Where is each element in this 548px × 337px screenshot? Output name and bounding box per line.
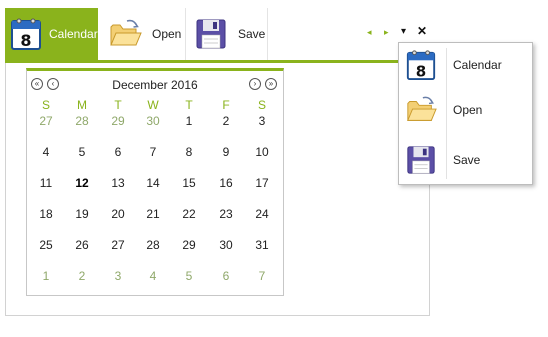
menu-item-calendar-label: Calendar <box>453 58 502 72</box>
calendar-icon <box>405 49 437 81</box>
calendar-day[interactable]: 30 <box>135 109 171 133</box>
calendar-day[interactable]: 25 <box>28 233 64 257</box>
calendar-day[interactable]: 16 <box>208 171 244 195</box>
calendar-day[interactable]: 29 <box>100 109 136 133</box>
tab-calendar-label: Calendar <box>49 27 98 41</box>
calendar-day[interactable]: 22 <box>171 202 207 226</box>
dropdown-arrow-icon[interactable]: ▾ <box>401 27 406 37</box>
calendar-day[interactable]: 21 <box>135 202 171 226</box>
calendar-day[interactable]: 13 <box>100 171 136 195</box>
calendar-day[interactable]: 28 <box>135 233 171 257</box>
calendar-day[interactable]: 5 <box>171 264 207 288</box>
calendar-day[interactable]: 23 <box>208 202 244 226</box>
calendar-day[interactable]: 3 <box>244 109 280 133</box>
menu-item-open[interactable]: Open <box>399 88 532 132</box>
calendar-day[interactable]: 1 <box>171 109 207 133</box>
calendar-day[interactable]: 10 <box>244 140 280 164</box>
calendar-day[interactable]: 2 <box>64 264 100 288</box>
calendar-day[interactable]: 27 <box>100 233 136 257</box>
calendar-day[interactable]: 5 <box>64 140 100 164</box>
calendar-day[interactable]: 6 <box>100 140 136 164</box>
menu-item-calendar[interactable]: Calendar <box>399 43 532 87</box>
calendar-title[interactable]: December 2016 <box>27 78 283 92</box>
calendar-day[interactable]: 11 <box>28 171 64 195</box>
calendar-day[interactable]: 6 <box>208 264 244 288</box>
folder-open-icon <box>108 17 142 51</box>
calendar-day[interactable]: 27 <box>28 109 64 133</box>
calendar-day[interactable]: 1 <box>28 264 64 288</box>
calendar-icon <box>9 17 43 51</box>
close-icon[interactable]: ✕ <box>417 25 427 37</box>
calendar-day[interactable]: 26 <box>64 233 100 257</box>
next-year-button[interactable]: » <box>265 78 277 90</box>
calendar-day[interactable]: 8 <box>171 140 207 164</box>
menu-item-open-label: Open <box>453 103 483 117</box>
tab-calendar[interactable]: Calendar <box>5 8 98 60</box>
calendar-day[interactable]: 4 <box>28 140 64 164</box>
calendar-day[interactable]: 28 <box>64 109 100 133</box>
calendar-header: « ‹ December 2016 › » <box>27 77 283 93</box>
calendar-day[interactable]: 7 <box>244 264 280 288</box>
calendar-day[interactable]: 31 <box>244 233 280 257</box>
next-month-button[interactable]: › <box>249 78 261 90</box>
calendar-day[interactable]: 24 <box>244 202 280 226</box>
menu-item-save[interactable]: Save <box>399 138 532 182</box>
calendar-day[interactable]: 2 <box>208 109 244 133</box>
overflow-menu: Calendar Open Save <box>398 42 533 185</box>
calendar-day[interactable]: 29 <box>171 233 207 257</box>
tab-save[interactable]: Save <box>186 8 268 60</box>
calendar-day[interactable]: 14 <box>135 171 171 195</box>
folder-open-icon <box>405 94 437 126</box>
scroll-left-icon[interactable]: ◂ <box>367 27 372 37</box>
calendar-day[interactable]: 30 <box>208 233 244 257</box>
calendar-day[interactable]: 18 <box>28 202 64 226</box>
scroll-right-icon[interactable]: ▸ <box>384 27 389 37</box>
calendar-day[interactable]: 7 <box>135 140 171 164</box>
floppy-disk-icon <box>405 144 437 176</box>
menu-item-save-label: Save <box>453 153 481 167</box>
calendar-day[interactable]: 4 <box>135 264 171 288</box>
tab-open-label: Open <box>152 27 182 41</box>
calendar-day[interactable]: 12 <box>64 171 100 195</box>
floppy-disk-icon <box>194 17 228 51</box>
calendar: « ‹ December 2016 › » S M T W T F S 27 28 29 30 1 2 3… <box>26 68 284 296</box>
calendar-day[interactable]: 15 <box>171 171 207 195</box>
calendar-day[interactable]: 17 <box>244 171 280 195</box>
tab-open[interactable]: Open <box>98 8 186 60</box>
tab-save-label: Save <box>238 27 266 41</box>
calendar-day[interactable]: 20 <box>100 202 136 226</box>
calendar-day[interactable]: 19 <box>64 202 100 226</box>
calendar-day[interactable]: 3 <box>100 264 136 288</box>
calendar-day[interactable]: 9 <box>208 140 244 164</box>
